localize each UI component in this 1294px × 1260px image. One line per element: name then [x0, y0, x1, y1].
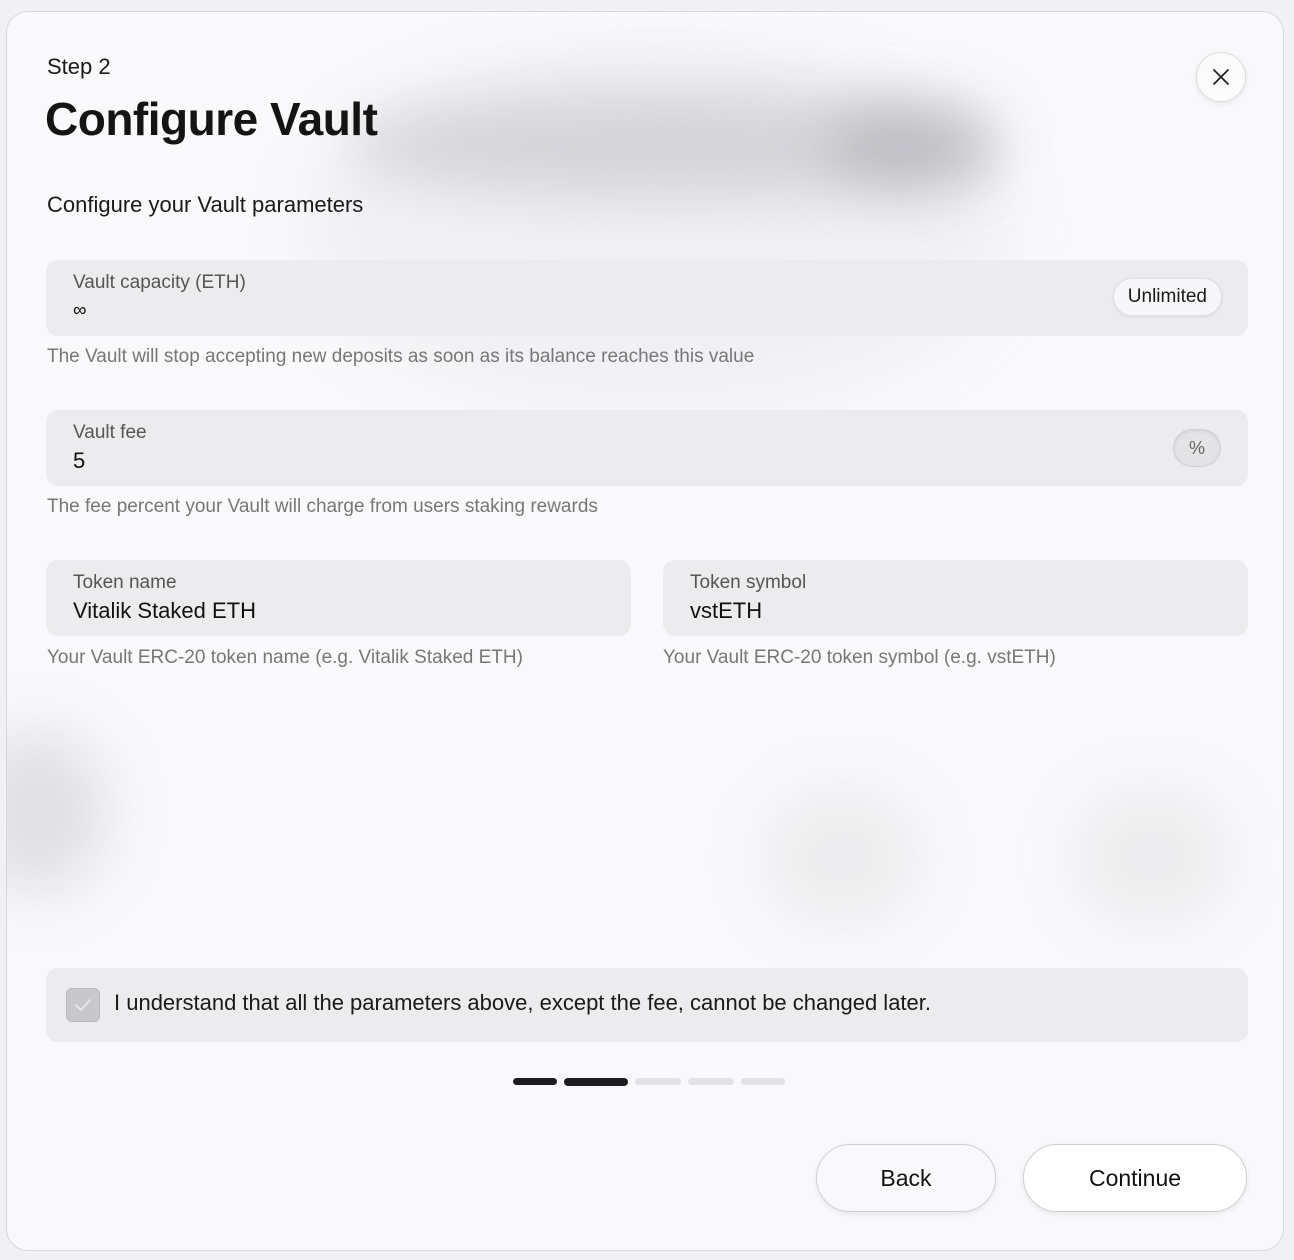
progress-segment-4 — [688, 1078, 734, 1085]
close-icon — [1213, 69, 1229, 85]
page-subtitle: Configure your Vault parameters — [47, 192, 364, 217]
step-label: Step 2 — [47, 54, 111, 79]
agreement-text: I understand that all the parameters abo… — [114, 990, 931, 1015]
configure-vault-modal: Step 2 Configure Vault Configure your Va… — [6, 11, 1284, 1251]
token-symbol-input[interactable]: vstETH — [690, 598, 762, 624]
token-symbol-field[interactable]: Token symbol vstETH — [663, 560, 1248, 636]
token-symbol-helper: Your Vault ERC-20 token symbol (e.g. vst… — [663, 647, 1056, 668]
checkmark-icon — [75, 999, 91, 1011]
close-button[interactable] — [1196, 52, 1246, 102]
progress-segment-1 — [513, 1078, 557, 1085]
vault-capacity-label: Vault capacity (ETH) — [73, 272, 246, 293]
token-name-label: Token name — [73, 572, 177, 593]
agreement-checkbox[interactable] — [66, 988, 100, 1022]
vault-capacity-helper: The Vault will stop accepting new deposi… — [47, 346, 755, 367]
vault-fee-label: Vault fee — [73, 422, 147, 443]
token-name-helper: Your Vault ERC-20 token name (e.g. Vital… — [47, 647, 523, 668]
progress-segment-2 — [564, 1078, 628, 1086]
token-symbol-label: Token symbol — [690, 572, 807, 593]
progress-segment-5 — [741, 1078, 785, 1085]
vault-fee-field[interactable]: Vault fee 5 % — [46, 410, 1248, 486]
back-button[interactable]: Back — [816, 1144, 996, 1212]
vault-capacity-field[interactable]: Vault capacity (ETH) ∞ Unlimited — [46, 260, 1248, 336]
vault-capacity-input[interactable]: ∞ — [73, 300, 87, 322]
agreement-row[interactable]: I understand that all the parameters abo… — [46, 968, 1248, 1042]
percent-unit-badge: % — [1173, 429, 1221, 467]
unlimited-toggle[interactable]: Unlimited — [1112, 278, 1222, 316]
token-name-field[interactable]: Token name Vitalik Staked ETH — [46, 560, 631, 636]
continue-button[interactable]: Continue — [1023, 1144, 1247, 1212]
page-title: Configure Vault — [45, 93, 378, 145]
vault-fee-input[interactable]: 5 — [73, 448, 85, 474]
token-name-input[interactable]: Vitalik Staked ETH — [73, 598, 256, 624]
vault-fee-helper: The fee percent your Vault will charge f… — [47, 496, 598, 517]
progress-segment-3 — [635, 1078, 681, 1085]
